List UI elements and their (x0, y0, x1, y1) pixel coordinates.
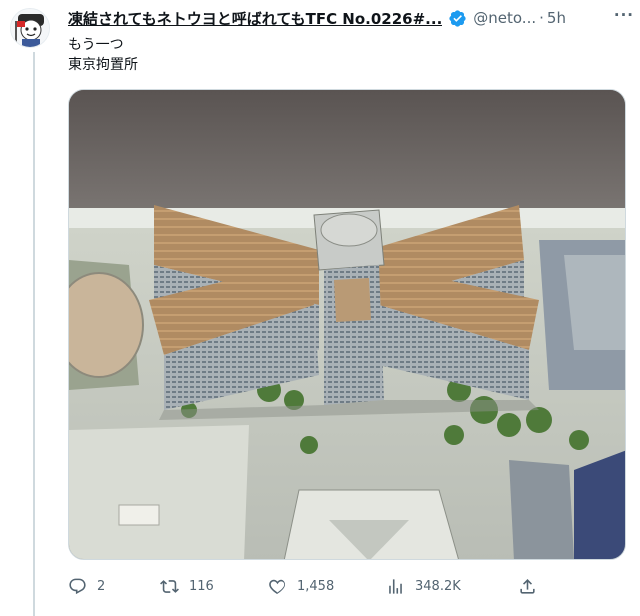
like-button[interactable]: 1,458 (268, 577, 386, 596)
retweet-icon (160, 579, 179, 593)
retweet-button[interactable]: 116 (160, 577, 268, 596)
views-button[interactable]: 348.2K (386, 577, 518, 596)
like-count: 1,458 (297, 578, 335, 594)
handle[interactable]: @neto... (473, 9, 536, 27)
display-name[interactable]: 凍結されてもネトウヨと呼ばれてもTFC No.0226#... (68, 8, 442, 29)
views-icon (389, 578, 402, 594)
reply-button[interactable]: 2 (68, 577, 160, 596)
share-button[interactable] (518, 577, 537, 596)
avatar-image (11, 9, 49, 47)
thread-line (33, 52, 35, 616)
timestamp[interactable]: 5h (547, 9, 566, 27)
tweet-text-line-1: もう一つ (68, 37, 124, 53)
retweet-count: 116 (189, 578, 214, 594)
tweet-photo[interactable] (68, 89, 626, 560)
tweet-text-line-2: 東京拘置所 (68, 57, 138, 73)
prison-model-image (69, 90, 625, 559)
tweet-header: 凍結されてもネトウヨと呼ばれてもTFC No.0226#... @neto...… (68, 6, 634, 30)
verified-icon (449, 9, 466, 27)
more-icon[interactable]: ··· (614, 6, 634, 24)
like-icon (269, 579, 286, 594)
avatar[interactable] (10, 8, 50, 48)
separator-dot: · (539, 9, 544, 27)
action-bar: 2 116 1,458 348.2K (68, 572, 538, 600)
reply-icon (69, 578, 86, 594)
reply-count: 2 (97, 578, 106, 594)
views-count: 348.2K (415, 578, 461, 594)
share-icon (520, 578, 535, 594)
